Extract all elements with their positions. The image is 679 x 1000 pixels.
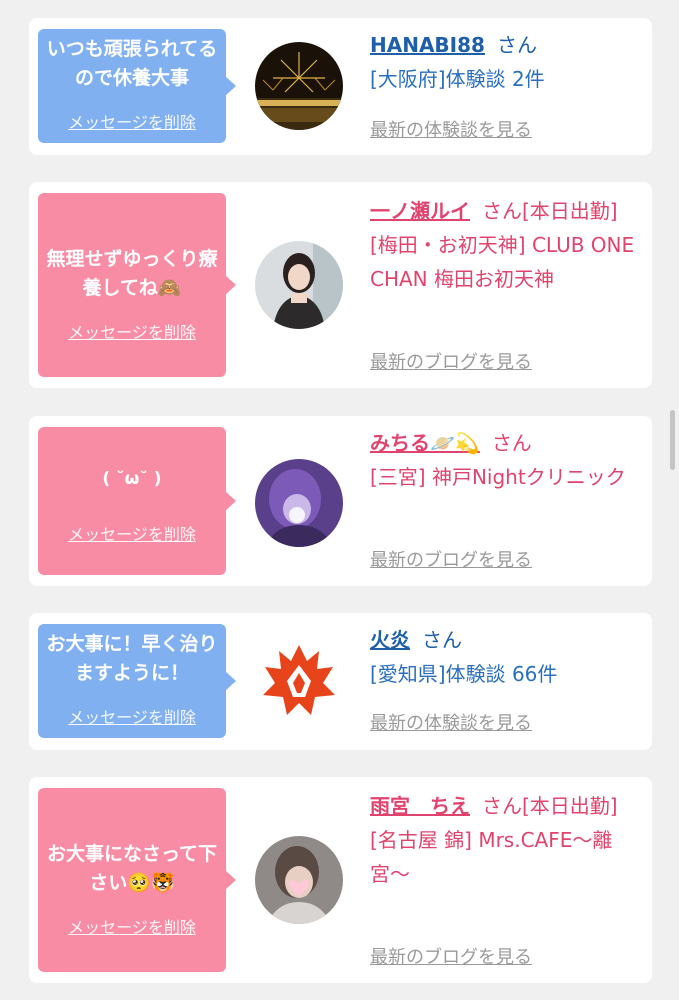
flame-logo-avatar-icon bbox=[255, 637, 343, 725]
avatar[interactable] bbox=[255, 836, 343, 924]
avatar[interactable] bbox=[255, 459, 343, 547]
woman-photo-avatar-icon bbox=[255, 241, 343, 329]
latest-link[interactable]: 最新のブログを見る bbox=[370, 943, 532, 969]
sender-name-link[interactable]: 雨宮 ちえ bbox=[370, 794, 470, 818]
purple-photo-avatar-icon bbox=[255, 459, 343, 547]
latest-link[interactable]: 最新のブログを見る bbox=[370, 348, 532, 374]
message-bubble: 無理せずゆっくり療養してね🙈 メッセージを削除 bbox=[38, 193, 236, 377]
honorific: さん[本日出勤] bbox=[482, 199, 618, 223]
avatar[interactable] bbox=[255, 637, 343, 725]
message-card: ( ˘ω˘ ) メッセージを削除 みちる🪐💫 さん [三宮] 神戸Nightクリニ… bbox=[29, 416, 652, 586]
message-bubble: お大事に！早く治りますように！ メッセージを削除 bbox=[38, 624, 236, 738]
honorific: さん[本日出勤] bbox=[482, 794, 618, 818]
message-text: いつも頑張られてるので休養大事 bbox=[46, 38, 218, 89]
message-card: 無理せずゆっくり療養してね🙈 メッセージを削除 一ノ瀬ルイ さん[本日出勤] [梅… bbox=[29, 182, 652, 388]
message-bubble: ( ˘ω˘ ) メッセージを削除 bbox=[38, 427, 236, 575]
latest-link[interactable]: 最新のブログを見る bbox=[370, 546, 532, 572]
fireworks-avatar-icon bbox=[255, 42, 343, 130]
avatar[interactable] bbox=[255, 42, 343, 130]
honorific: さん bbox=[496, 33, 537, 57]
sender-info: 一ノ瀬ルイ さん[本日出勤] [梅田・お初天神] CLUB ONE CHAN 梅田… bbox=[370, 194, 646, 296]
blurred-photo-avatar-icon bbox=[255, 836, 343, 924]
sender-info: 雨宮 ちえ さん[本日出勤] [名古屋 錦] Mrs.CAFE〜離宮〜 bbox=[370, 789, 646, 891]
message-text: ( ˘ω˘ ) bbox=[102, 469, 162, 489]
message-card: お大事に！早く治りますように！ メッセージを削除 火炎 さん [愛知県]体験談 6… bbox=[29, 613, 652, 750]
honorific: さん bbox=[491, 431, 532, 455]
sender-detail: [愛知県]体験談 66件 bbox=[370, 662, 558, 686]
message-text: お大事になさって下さい🥺🐯 bbox=[46, 843, 218, 894]
sender-info: 火炎 さん [愛知県]体験談 66件 bbox=[370, 623, 646, 691]
delete-message-link[interactable]: メッセージを削除 bbox=[38, 319, 226, 343]
sender-detail: [三宮] 神戸Nightクリニック bbox=[370, 465, 626, 489]
honorific: さん bbox=[422, 628, 462, 652]
delete-message-link[interactable]: メッセージを削除 bbox=[38, 109, 226, 133]
delete-message-link[interactable]: メッセージを削除 bbox=[38, 521, 226, 545]
sender-name-link[interactable]: HANABI88 bbox=[370, 33, 485, 57]
scrollbar[interactable] bbox=[670, 410, 675, 470]
message-card: いつも頑張られてるので休養大事 メッセージを削除 HANABI88 さん [大阪府… bbox=[29, 18, 652, 155]
sender-name-link[interactable]: 一ノ瀬ルイ bbox=[370, 199, 470, 223]
sender-name-link[interactable]: 火炎 bbox=[370, 628, 410, 652]
sender-info: HANABI88 さん [大阪府]体験談 2件 bbox=[370, 28, 646, 96]
message-text: 無理せずゆっくり療養してね🙈 bbox=[46, 248, 218, 299]
message-card: お大事になさって下さい🥺🐯 メッセージを削除 雨宮 ちえ さん[本日出勤] [名古… bbox=[29, 777, 652, 983]
message-text: お大事に！早く治りますように！ bbox=[46, 633, 218, 684]
message-bubble: お大事になさって下さい🥺🐯 メッセージを削除 bbox=[38, 788, 236, 972]
delete-message-link[interactable]: メッセージを削除 bbox=[38, 914, 226, 938]
sender-detail: [大阪府]体験談 2件 bbox=[370, 67, 545, 91]
sender-name-link[interactable]: みちる🪐💫 bbox=[370, 431, 480, 455]
latest-link[interactable]: 最新の体験談を見る bbox=[370, 709, 532, 735]
latest-link[interactable]: 最新の体験談を見る bbox=[370, 116, 532, 142]
message-bubble: いつも頑張られてるので休養大事 メッセージを削除 bbox=[38, 29, 236, 143]
sender-detail: [梅田・お初天神] CLUB ONE CHAN 梅田お初天神 bbox=[370, 233, 635, 291]
sender-detail: [名古屋 錦] Mrs.CAFE〜離宮〜 bbox=[370, 828, 613, 886]
avatar[interactable] bbox=[255, 241, 343, 329]
sender-info: みちる🪐💫 さん [三宮] 神戸Nightクリニック bbox=[370, 426, 646, 494]
delete-message-link[interactable]: メッセージを削除 bbox=[38, 704, 226, 728]
